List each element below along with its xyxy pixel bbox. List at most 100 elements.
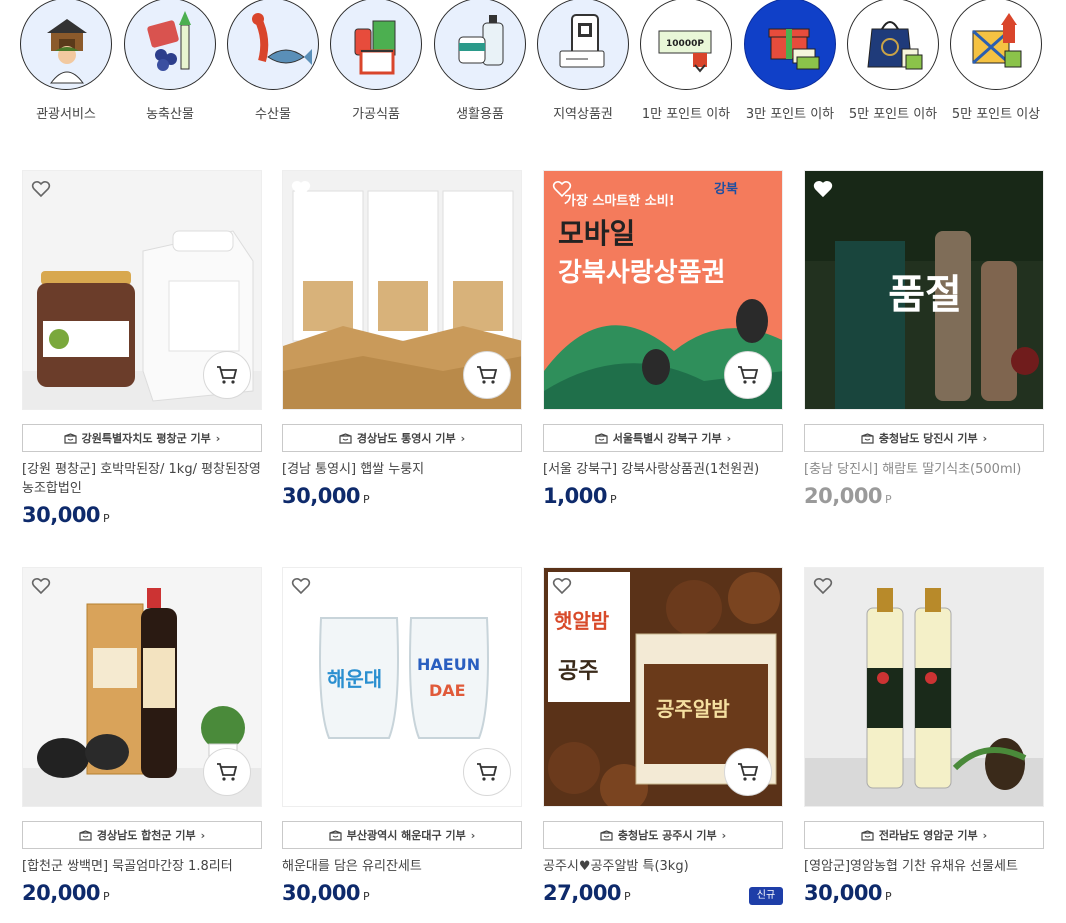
svg-text:햇알밤: 햇알밤 xyxy=(554,609,610,633)
cart-icon xyxy=(217,763,238,781)
gift-icon xyxy=(744,0,836,90)
chevron-right-icon: › xyxy=(460,431,466,445)
product-price: 27,000 P xyxy=(543,881,631,905)
box-icon xyxy=(64,432,77,444)
svg-text:공주알밤: 공주알밤 xyxy=(656,697,730,721)
donor-label: 강원특별자치도 평창군 기부 xyxy=(81,432,211,445)
product-name[interactable]: [영암군]영암농협 기찬 유채유 선물세트 xyxy=(804,857,1044,876)
heart-icon[interactable] xyxy=(291,179,311,199)
svg-text:강북사랑상품권: 강북사랑상품권 xyxy=(558,258,725,288)
voucher-icon xyxy=(537,0,629,90)
product-image[interactable] xyxy=(804,567,1044,807)
svg-text:10000P: 10000P xyxy=(666,39,704,49)
chevron-right-icon: › xyxy=(215,431,221,445)
heart-icon[interactable] xyxy=(552,576,572,596)
heart-icon[interactable] xyxy=(552,179,572,199)
product-name[interactable]: 공주시♥공주알밤 특(3kg) xyxy=(543,857,783,876)
category-nav: 관광서비스 농축산물 수산물 가공식품 생활용품 지역상품권 10000P 1만… xyxy=(0,0,1066,130)
donor-label: 경상남도 통영시 기부 xyxy=(356,432,456,445)
donor-region-link[interactable]: 부산광역시 해운대구 기부 › xyxy=(282,821,522,849)
donor-label: 경상남도 합천군 기부 xyxy=(96,829,196,842)
cart-icon xyxy=(217,366,238,384)
product-image[interactable] xyxy=(22,567,262,807)
product-name[interactable]: [강원 평창군] 호박막된장/ 1kg/ 평창된장영농조합법인 xyxy=(22,460,262,498)
donor-region-link[interactable]: 전라남도 영암군 기부 › xyxy=(804,821,1044,849)
svg-text:DAE: DAE xyxy=(429,681,466,700)
donor-label: 전라남도 영암군 기부 xyxy=(878,829,978,842)
product-image[interactable]: 가장 스마트한 소비! 강북 모바일 강북사랑상품권 xyxy=(543,170,783,410)
agriculture-icon xyxy=(124,0,216,90)
add-to-cart-button[interactable] xyxy=(724,351,772,399)
product-name[interactable]: [합천군 쌍백면] 묵골엄마간장 1.8리터 xyxy=(22,857,262,876)
category-label: 1만 포인트 이하 xyxy=(641,107,731,122)
category-label: 지역상품권 xyxy=(553,107,613,122)
heart-icon[interactable] xyxy=(813,179,833,199)
product-price: 20,000 P xyxy=(22,881,110,905)
product-price: 20,000 P xyxy=(804,484,892,508)
chevron-right-icon: › xyxy=(982,828,988,842)
cart-icon xyxy=(477,366,498,384)
product-price: 1,000 P xyxy=(543,484,617,508)
product-name[interactable]: [충남 당진시] 해람토 딸기식초(500ml) xyxy=(804,460,1044,479)
category-label: 생활용품 xyxy=(456,107,504,122)
svg-text:HAEUN: HAEUN xyxy=(417,655,480,674)
chevron-right-icon: › xyxy=(721,828,727,842)
donor-label: 충청남도 당진시 기부 xyxy=(878,432,978,445)
donor-label: 충청남도 공주시 기부 xyxy=(617,829,717,842)
product-name[interactable]: [경남 통영시] 햅쌀 누룽지 xyxy=(282,460,522,479)
chevron-right-icon: › xyxy=(200,828,206,842)
cart-icon xyxy=(738,763,759,781)
product-image[interactable]: 햇알밤 공주 공주알밤 xyxy=(543,567,783,807)
shopping-bag-icon xyxy=(847,0,939,90)
soldout-overlay: 품절 xyxy=(805,171,1043,409)
donor-region-link[interactable]: 충청남도 당진시 기부 › xyxy=(804,424,1044,452)
processed-food-icon xyxy=(330,0,422,90)
donor-region-link[interactable]: 서울특별시 강북구 기부 › xyxy=(543,424,783,452)
household-icon xyxy=(434,0,526,90)
product-image[interactable]: 해운대 HAEUN DAE xyxy=(282,567,522,807)
product-image[interactable] xyxy=(282,170,522,410)
box-icon xyxy=(79,829,92,841)
add-to-cart-button[interactable] xyxy=(463,351,511,399)
category-label: 가공식품 xyxy=(352,107,400,122)
box-icon xyxy=(329,829,342,841)
product-price: 30,000 P xyxy=(282,484,370,508)
donor-region-link[interactable]: 경상남도 합천군 기부 › xyxy=(22,821,262,849)
heart-icon[interactable] xyxy=(291,576,311,596)
svg-text:강북: 강북 xyxy=(714,181,738,197)
product-name[interactable]: [서울 강북구] 강북사랑상품권(1천원권) xyxy=(543,460,783,479)
category-label: 수산물 xyxy=(255,107,291,122)
donor-label: 부산광역시 해운대구 기부 xyxy=(346,829,466,842)
svg-text:공주: 공주 xyxy=(558,659,598,684)
add-to-cart-button[interactable] xyxy=(463,748,511,796)
chevron-right-icon: › xyxy=(470,828,476,842)
points-10000-icon: 10000P xyxy=(640,0,732,90)
product-name[interactable]: 해운대를 담은 유리잔세트 xyxy=(282,857,522,876)
donor-region-link[interactable]: 강원특별자치도 평창군 기부 › xyxy=(22,424,262,452)
cart-icon xyxy=(738,366,759,384)
svg-text:가장 스마트한 소비!: 가장 스마트한 소비! xyxy=(564,193,675,209)
heart-icon[interactable] xyxy=(31,576,51,596)
category-label: 관광서비스 xyxy=(36,107,96,122)
add-to-cart-button[interactable] xyxy=(724,748,772,796)
category-label: 농축산물 xyxy=(146,107,194,122)
product-price: 30,000 P xyxy=(22,503,110,527)
svg-text:해운대: 해운대 xyxy=(327,667,382,691)
heart-icon[interactable] xyxy=(813,576,833,596)
svg-text:모바일: 모바일 xyxy=(558,217,635,250)
product-image[interactable] xyxy=(22,170,262,410)
heart-icon[interactable] xyxy=(31,179,51,199)
category-label: 5만 포인트 이하 xyxy=(848,107,938,122)
add-to-cart-button[interactable] xyxy=(203,748,251,796)
donor-region-link[interactable]: 경상남도 통영시 기부 › xyxy=(282,424,522,452)
product-price: 30,000 P xyxy=(282,881,370,905)
add-to-cart-button[interactable] xyxy=(203,351,251,399)
chevron-right-icon: › xyxy=(982,431,988,445)
donor-region-link[interactable]: 충청남도 공주시 기부 › xyxy=(543,821,783,849)
gift-box-up-icon xyxy=(950,0,1042,90)
cart-icon xyxy=(477,763,498,781)
box-icon xyxy=(600,829,613,841)
tourism-icon xyxy=(20,0,112,90)
product-price: 30,000 P xyxy=(804,881,892,905)
product-image[interactable]: 품절 xyxy=(804,170,1044,410)
